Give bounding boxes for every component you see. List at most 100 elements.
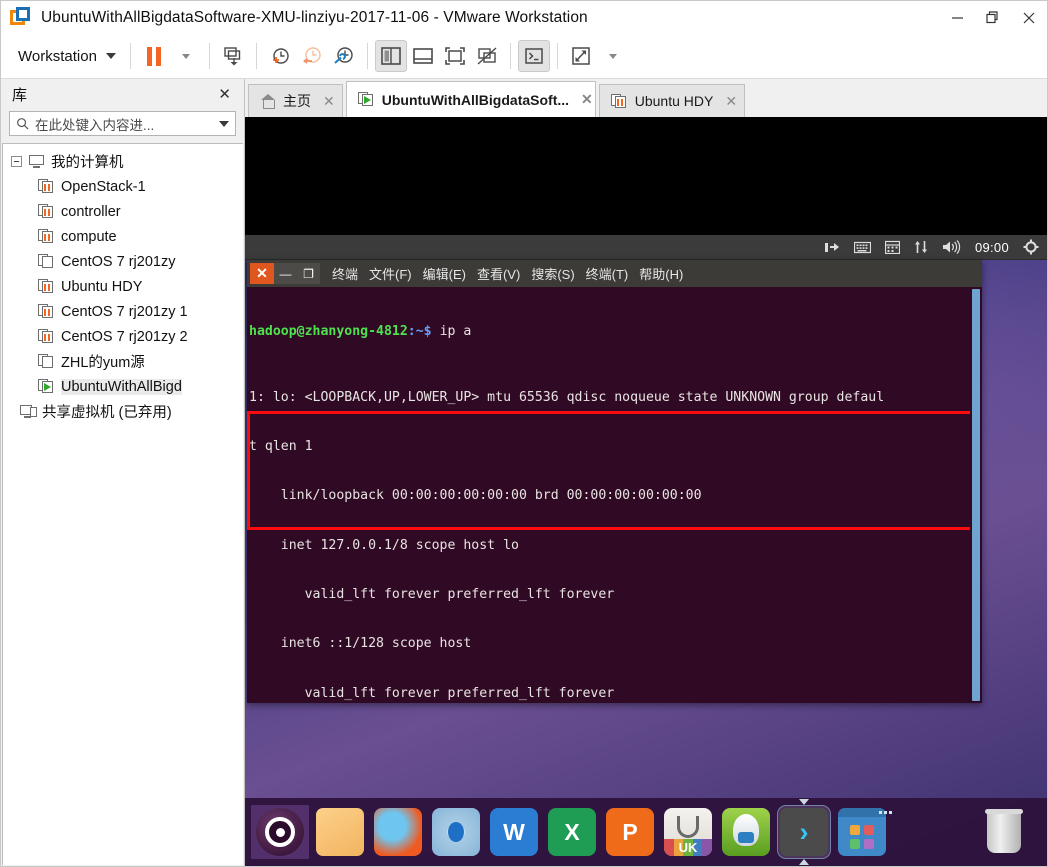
menu-edit[interactable]: 编辑(E) [423, 264, 466, 283]
unity-mode-button[interactable] [471, 40, 503, 72]
terminal-line: valid_lft forever preferred_lft forever [249, 685, 615, 701]
launcher-firefox[interactable] [371, 805, 425, 859]
sidebar-item-ubuntuwithallbigdata[interactable]: UbuntuWithAllBigd [3, 374, 243, 399]
take-snapshot-button[interactable] [264, 40, 296, 72]
window-title: UbuntuWithAllBigdataSoftware-XMU-linziyu… [41, 8, 588, 26]
tab-ubuntuwithallbigdatasoftware[interactable]: UbuntuWithAllBigdataSoft... ✕ [345, 81, 596, 117]
sidebar-item-shared-vms[interactable]: 共享虚拟机 (已弃用) [3, 399, 243, 424]
main-toolbar: Workstation [1, 34, 1047, 79]
snapshot-manager-icon [334, 47, 353, 64]
launcher-system-settings[interactable] [835, 805, 889, 859]
collapse-icon[interactable] [11, 156, 22, 167]
sidebar-item-centos7-rj201zy-1[interactable]: CentOS 7 rj201zy 1 [3, 299, 243, 324]
minimize-button[interactable] [939, 1, 975, 34]
launcher-ubuntu-software[interactable]: UK [661, 805, 715, 859]
stretch-guest-button[interactable] [565, 40, 597, 72]
menu-help[interactable]: 帮助(H) [639, 264, 683, 283]
launcher-terminal[interactable]: › [777, 799, 831, 865]
search-icon [17, 118, 29, 130]
menu-file[interactable]: 文件(F) [369, 264, 412, 283]
vm-item-label: CentOS 7 rj201zy 1 [61, 303, 188, 320]
window-controls [939, 1, 1047, 34]
menu-terminal[interactable]: 终端(T) [586, 264, 629, 283]
stretch-dropdown-button[interactable] [597, 40, 629, 72]
sidebar-item-openstack-1[interactable]: OpenStack-1 [3, 174, 243, 199]
terminal-output[interactable]: hadoop@zhanyong-4812:~$ ip a 1: lo: <LOO… [247, 287, 982, 703]
gear-icon[interactable] [1023, 239, 1039, 255]
snapshot-manager-button[interactable] [328, 40, 360, 72]
unity-mode-icon [477, 47, 497, 65]
tab-close-icon[interactable]: ✕ [576, 91, 593, 108]
vm-running-icon [357, 92, 375, 107]
sidebar-item-ubuntu-hdy[interactable]: Ubuntu HDY [3, 274, 243, 299]
volume-icon[interactable] [942, 240, 961, 254]
terminal-command: ip a [431, 323, 472, 339]
sidebar-item-controller[interactable]: controller [3, 199, 243, 224]
sidebar-item-centos7-rj201zy[interactable]: CentOS 7 rj201zy [3, 249, 243, 274]
vm-tree: 我的计算机 OpenStack-1 controller compute Cen… [2, 143, 243, 865]
vm-suspended-icon [38, 179, 55, 194]
launcher-chromium[interactable] [429, 805, 483, 859]
vm-suspended-icon [38, 279, 55, 294]
thumbnail-bar-button[interactable] [407, 40, 439, 72]
guest-terminal-window[interactable]: ✕ — ❐ 终端 文件(F) 编辑(E) 查看(V) 搜索(S) 终端(T) 帮… [247, 260, 982, 703]
terminal-line: inet 127.0.0.1/8 scope host lo [249, 537, 519, 553]
menu-view[interactable]: 查看(V) [477, 264, 520, 283]
launcher-powerpoint[interactable]: P [603, 805, 657, 859]
calendar-icon[interactable] [884, 240, 900, 254]
close-button[interactable] [1011, 1, 1047, 34]
tree-root-my-computer[interactable]: 我的计算机 [3, 149, 243, 174]
menu-search[interactable]: 搜索(S) [531, 264, 574, 283]
pause-button[interactable] [138, 40, 170, 72]
launcher-excel[interactable]: X [545, 805, 599, 859]
launcher-word[interactable]: W [487, 805, 541, 859]
library-title: 库 [12, 86, 28, 104]
ubuntu-dash-icon [256, 808, 304, 856]
terminal-close-button[interactable]: ✕ [250, 263, 274, 284]
pause-dropdown-button[interactable] [170, 40, 202, 72]
restore-button[interactable] [975, 1, 1011, 34]
terminal-scrollbar[interactable] [970, 287, 982, 703]
vm-item-label: ZHL的yum源 [61, 355, 145, 371]
terminal-line: link/loopback 00:00:00:00:00:00 brd 00:0… [249, 488, 702, 504]
firefox-icon [374, 808, 422, 856]
revert-snapshot-button[interactable] [296, 40, 328, 72]
launcher-amazon[interactable] [719, 805, 773, 859]
tab-close-icon[interactable]: ✕ [318, 93, 335, 110]
fullscreen-button[interactable] [439, 40, 471, 72]
search-input[interactable]: 在此处键入内容进... [35, 114, 213, 134]
launcher-trash[interactable] [977, 805, 1031, 859]
tab-home[interactable]: 主页 ✕ [248, 84, 343, 117]
sidebar-item-centos7-rj201zy-2[interactable]: CentOS 7 rj201zy 2 [3, 324, 243, 349]
tab-close-icon[interactable]: ✕ [720, 93, 737, 110]
tab-label: UbuntuWithAllBigdataSoft... [381, 91, 570, 108]
vm-item-label: UbuntuWithAllBigd [61, 378, 182, 395]
toolbar-divider [366, 43, 368, 69]
title-bar: UbuntuWithAllBigdataSoftware-XMU-linziyu… [1, 1, 1047, 34]
sidebar-toggle-icon [381, 47, 401, 65]
word-icon: W [490, 808, 538, 856]
console-view-button[interactable] [517, 40, 550, 72]
guest-screen[interactable]: 09:00 ✕ — ❐ 终端 文件(F) 编辑(E) 查看(V) 搜索(S) 终… [245, 117, 1047, 866]
sidebar-item-compute[interactable]: compute [3, 224, 243, 249]
workstation-menu-button[interactable]: Workstation [11, 44, 123, 69]
sync-icon[interactable] [914, 240, 928, 254]
clock[interactable]: 09:00 [975, 240, 1009, 255]
launcher-ubuntu-dash[interactable] [251, 805, 309, 859]
sidebar-toggle-button[interactable] [374, 40, 407, 72]
tab-ubuntu-hdy[interactable]: Ubuntu HDY ✕ [598, 84, 746, 117]
keyboard-icon[interactable] [853, 241, 871, 254]
powerpoint-icon: P [606, 808, 654, 856]
shared-vms-label: 共享虚拟机 (已弃用) [42, 405, 172, 421]
network-icon[interactable] [824, 241, 840, 254]
terminal-maximize-button[interactable]: ❐ [297, 263, 320, 284]
vm-item-label: CentOS 7 rj201zy 2 [61, 328, 188, 345]
launcher-files[interactable] [313, 805, 367, 859]
snapshot-button[interactable] [217, 40, 249, 72]
library-search-box[interactable]: 在此处键入内容进... [9, 111, 236, 136]
terminal-minimize-button[interactable]: — [274, 263, 297, 284]
chevron-down-icon[interactable] [219, 120, 229, 127]
sidebar-item-zhl-yum[interactable]: ZHL的yum源 [3, 349, 243, 374]
library-close-button[interactable]: ✕ [214, 85, 235, 104]
prompt-user: hadoop@zhanyong-4812 [249, 323, 408, 339]
